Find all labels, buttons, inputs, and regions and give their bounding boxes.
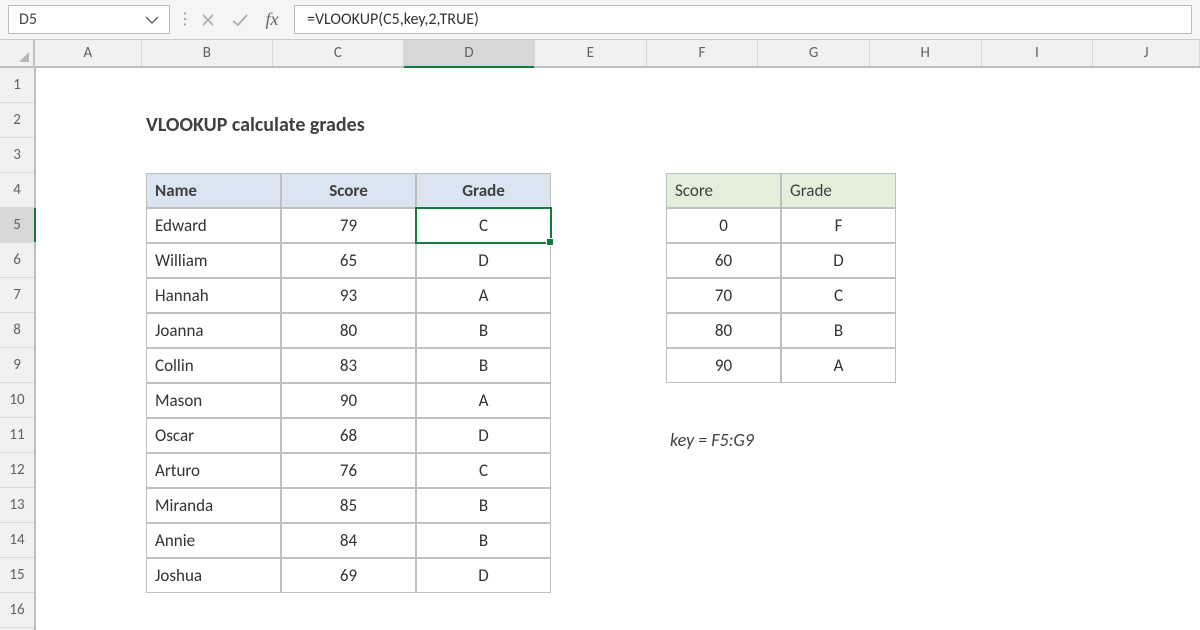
- table2-cell-score-r6[interactable]: 60: [666, 243, 781, 278]
- row-header-12[interactable]: 12: [0, 453, 34, 488]
- row-header-6[interactable]: 6: [0, 243, 34, 278]
- col-header-J[interactable]: J: [1093, 40, 1200, 66]
- table2-cell-score-r8[interactable]: 80: [666, 313, 781, 348]
- table2-cell-score-r9[interactable]: 90: [666, 348, 781, 383]
- row-header-1[interactable]: 1: [0, 68, 34, 103]
- table2-cell-score-r5[interactable]: 0: [666, 208, 781, 243]
- table2-cell-grade-r7[interactable]: C: [781, 278, 896, 313]
- row-header-14[interactable]: 14: [0, 523, 34, 558]
- col-header-B[interactable]: B: [142, 40, 273, 66]
- table1-header-grade: Grade: [416, 173, 551, 208]
- table1-cell-name-r10[interactable]: Mason: [146, 383, 281, 418]
- table2-cell-grade-r5[interactable]: F: [781, 208, 896, 243]
- table1-cell-score-r13[interactable]: 85: [281, 488, 416, 523]
- table1-cell-name-r12[interactable]: Arturo: [146, 453, 281, 488]
- formula-bar-separator: ⋮: [178, 0, 192, 39]
- table1-cell-grade-r6[interactable]: D: [416, 243, 551, 278]
- table1-cell-name-r8[interactable]: Joanna: [146, 313, 281, 348]
- row-header-15[interactable]: 15: [0, 558, 34, 593]
- column-headers: ABCDEFGHIJ: [0, 40, 1200, 68]
- enter-icon[interactable]: [224, 0, 256, 39]
- row-header-5[interactable]: 5: [0, 208, 34, 243]
- row-header-7[interactable]: 7: [0, 278, 34, 313]
- col-header-I[interactable]: I: [982, 40, 1094, 66]
- table1-cell-score-r15[interactable]: 69: [281, 558, 416, 593]
- table1-cell-grade-r13[interactable]: B: [416, 488, 551, 523]
- table1-cell-grade-r7[interactable]: A: [416, 278, 551, 313]
- table1-cell-grade-r12[interactable]: C: [416, 453, 551, 488]
- table1-cell-name-r14[interactable]: Annie: [146, 523, 281, 558]
- table1-cell-name-r7[interactable]: Hannah: [146, 278, 281, 313]
- table2-header-score: Score: [666, 173, 781, 208]
- table2-cell-grade-r9[interactable]: A: [781, 348, 896, 383]
- table1-cell-name-r15[interactable]: Joshua: [146, 558, 281, 593]
- table1-cell-grade-r5[interactable]: C: [416, 208, 551, 243]
- row-header-2[interactable]: 2: [0, 103, 34, 138]
- table2-cell-grade-r6[interactable]: D: [781, 243, 896, 278]
- cancel-icon[interactable]: [192, 0, 224, 39]
- spreadsheet-grid: ABCDEFGHIJ 12345678910111213141516 VLOOK…: [0, 40, 1200, 630]
- name-box-dropdown-icon[interactable]: [145, 16, 159, 24]
- row-header-10[interactable]: 10: [0, 383, 34, 418]
- insert-function-button[interactable]: fx: [256, 0, 288, 39]
- table1-cell-name-r6[interactable]: William: [146, 243, 281, 278]
- row-header-8[interactable]: 8: [0, 313, 34, 348]
- table1-cell-name-r9[interactable]: Collin: [146, 348, 281, 383]
- formula-input[interactable]: =VLOOKUP(C5,key,2,TRUE): [294, 5, 1192, 34]
- name-box[interactable]: D5: [8, 5, 170, 34]
- table1-cell-score-r9[interactable]: 83: [281, 348, 416, 383]
- table1-cell-score-r12[interactable]: 76: [281, 453, 416, 488]
- table1-cell-score-r10[interactable]: 90: [281, 383, 416, 418]
- table1-cell-score-r8[interactable]: 80: [281, 313, 416, 348]
- named-range-note: key = F5:G9: [670, 422, 900, 457]
- table1-cell-grade-r9[interactable]: B: [416, 348, 551, 383]
- table2-cell-score-r7[interactable]: 70: [666, 278, 781, 313]
- table1-header-score: Score: [281, 173, 416, 208]
- formula-bar: D5 ⋮ fx =VLOOKUP(C5,key,2,TRUE): [0, 0, 1200, 40]
- table2-cell-grade-r8[interactable]: B: [781, 313, 896, 348]
- table1-cell-grade-r10[interactable]: A: [416, 383, 551, 418]
- row-header-4[interactable]: 4: [0, 173, 34, 208]
- table1-cell-name-r11[interactable]: Oscar: [146, 418, 281, 453]
- formula-input-value: =VLOOKUP(C5,key,2,TRUE): [307, 10, 479, 29]
- table1-cell-score-r14[interactable]: 84: [281, 523, 416, 558]
- col-header-F[interactable]: F: [647, 40, 759, 66]
- col-header-A[interactable]: A: [35, 40, 142, 66]
- fx-label: fx: [266, 9, 279, 30]
- row-header-16[interactable]: 16: [0, 593, 34, 628]
- select-all-corner[interactable]: [0, 40, 35, 66]
- table1-cell-name-r5[interactable]: Edward: [146, 208, 281, 243]
- table1-cell-grade-r8[interactable]: B: [416, 313, 551, 348]
- table1-cell-score-r11[interactable]: 68: [281, 418, 416, 453]
- page-title: VLOOKUP calculate grades: [146, 107, 551, 142]
- table1-cell-grade-r14[interactable]: B: [416, 523, 551, 558]
- col-header-C[interactable]: C: [273, 40, 404, 66]
- table2-header-grade: Grade: [781, 173, 896, 208]
- col-header-H[interactable]: H: [870, 40, 982, 66]
- table1-header-name: Name: [146, 173, 281, 208]
- row-headers: 12345678910111213141516: [0, 68, 36, 630]
- table1-cell-score-r6[interactable]: 65: [281, 243, 416, 278]
- row-header-11[interactable]: 11: [0, 418, 34, 453]
- col-header-G[interactable]: G: [758, 40, 870, 66]
- col-header-E[interactable]: E: [535, 40, 647, 66]
- cells-canvas[interactable]: VLOOKUP calculate gradesNameScoreGradeEd…: [36, 68, 1200, 630]
- table1-cell-grade-r11[interactable]: D: [416, 418, 551, 453]
- table1-cell-name-r13[interactable]: Miranda: [146, 488, 281, 523]
- row-header-13[interactable]: 13: [0, 488, 34, 523]
- table1-cell-grade-r15[interactable]: D: [416, 558, 551, 593]
- name-box-value: D5: [19, 10, 37, 29]
- col-header-D[interactable]: D: [404, 40, 535, 66]
- row-header-3[interactable]: 3: [0, 138, 34, 173]
- table1-cell-score-r7[interactable]: 93: [281, 278, 416, 313]
- row-header-9[interactable]: 9: [0, 348, 34, 383]
- table1-cell-score-r5[interactable]: 79: [281, 208, 416, 243]
